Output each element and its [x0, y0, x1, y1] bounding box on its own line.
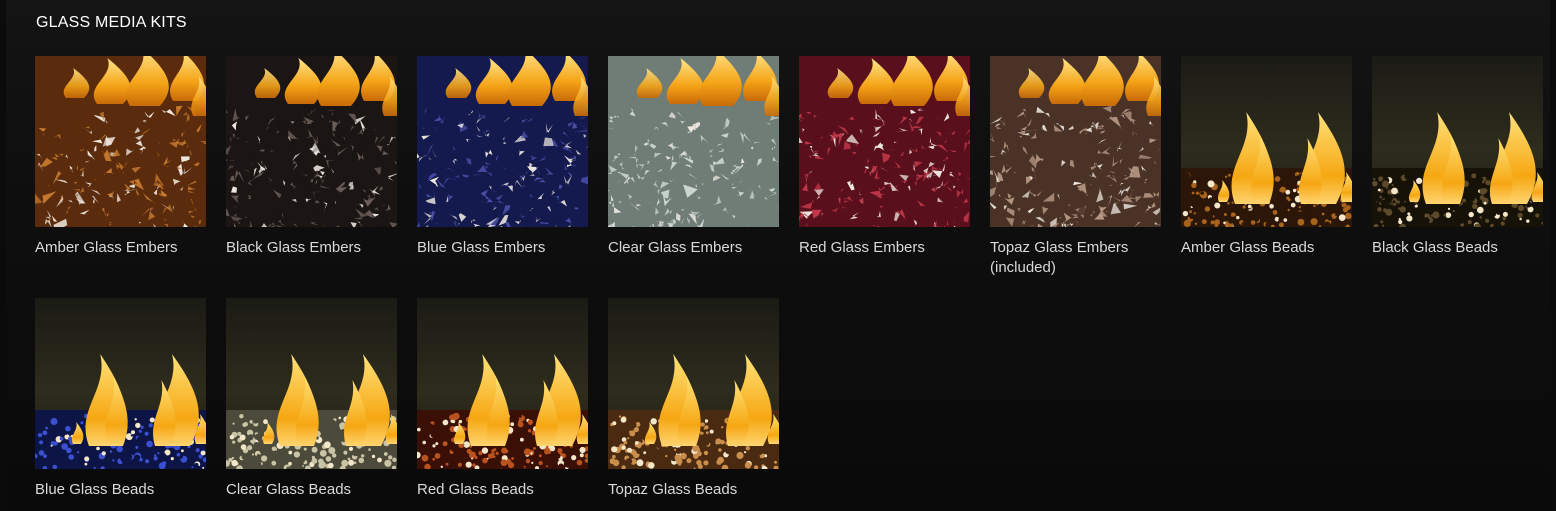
- media-tile-blue-glass-embers[interactable]: Blue Glass Embers: [417, 56, 588, 278]
- media-tile-label[interactable]: Red Glass Beads: [417, 480, 588, 500]
- media-tile-label[interactable]: Blue Glass Embers: [417, 238, 588, 258]
- media-thumbnail-image[interactable]: [608, 298, 779, 469]
- media-tile-topaz-glass-embers-included[interactable]: Topaz Glass Embers (included): [990, 56, 1161, 278]
- media-tile-black-glass-beads[interactable]: Black Glass Beads: [1372, 56, 1543, 278]
- media-thumbnail-image[interactable]: [799, 56, 970, 227]
- media-grid-row-1: Amber Glass Embers Black Glass Embers Bl…: [35, 56, 1543, 278]
- media-tile-amber-glass-embers[interactable]: Amber Glass Embers: [35, 56, 206, 278]
- media-tile-label[interactable]: Topaz Glass Beads: [608, 480, 779, 500]
- media-grid-row-2: Blue Glass Beads Clear Glass Beads Red G…: [35, 298, 1543, 500]
- media-thumbnail-image[interactable]: [226, 298, 397, 469]
- media-tile-red-glass-embers[interactable]: Red Glass Embers: [799, 56, 970, 278]
- media-thumbnail-image[interactable]: [226, 56, 397, 227]
- media-thumbnail-image[interactable]: [608, 56, 779, 227]
- media-thumbnail-image[interactable]: [417, 298, 588, 469]
- media-tile-label[interactable]: Black Glass Beads: [1372, 238, 1543, 258]
- media-tile-topaz-glass-beads[interactable]: Topaz Glass Beads: [608, 298, 779, 500]
- media-tile-label[interactable]: Clear Glass Beads: [226, 480, 397, 500]
- media-tile-label[interactable]: Red Glass Embers: [799, 238, 970, 258]
- media-thumbnail-image[interactable]: [417, 56, 588, 227]
- media-tile-label[interactable]: Black Glass Embers: [226, 238, 397, 258]
- media-tile-black-glass-embers[interactable]: Black Glass Embers: [226, 56, 397, 278]
- media-tile-blue-glass-beads[interactable]: Blue Glass Beads: [35, 298, 206, 500]
- media-tile-label[interactable]: Blue Glass Beads: [35, 480, 206, 500]
- glass-media-panel: GLASS MEDIA KITS Amber Glass Embers Blac…: [6, 0, 1550, 511]
- media-tile-clear-glass-embers[interactable]: Clear Glass Embers: [608, 56, 779, 278]
- media-thumbnail-image[interactable]: [35, 56, 206, 227]
- media-thumbnail-image[interactable]: [35, 298, 206, 469]
- media-tile-label[interactable]: Amber Glass Beads: [1181, 238, 1352, 258]
- media-tile-red-glass-beads[interactable]: Red Glass Beads: [417, 298, 588, 500]
- media-tile-label[interactable]: Clear Glass Embers: [608, 238, 779, 258]
- media-tile-label[interactable]: Topaz Glass Embers (included): [990, 238, 1161, 278]
- media-tile-label[interactable]: Amber Glass Embers: [35, 238, 206, 258]
- section-title: GLASS MEDIA KITS: [36, 14, 187, 31]
- media-thumbnail-image[interactable]: [1372, 56, 1543, 227]
- media-thumbnail-image[interactable]: [1181, 56, 1352, 227]
- media-thumbnail-image[interactable]: [990, 56, 1161, 227]
- media-tile-amber-glass-beads[interactable]: Amber Glass Beads: [1181, 56, 1352, 278]
- media-tile-clear-glass-beads[interactable]: Clear Glass Beads: [226, 298, 397, 500]
